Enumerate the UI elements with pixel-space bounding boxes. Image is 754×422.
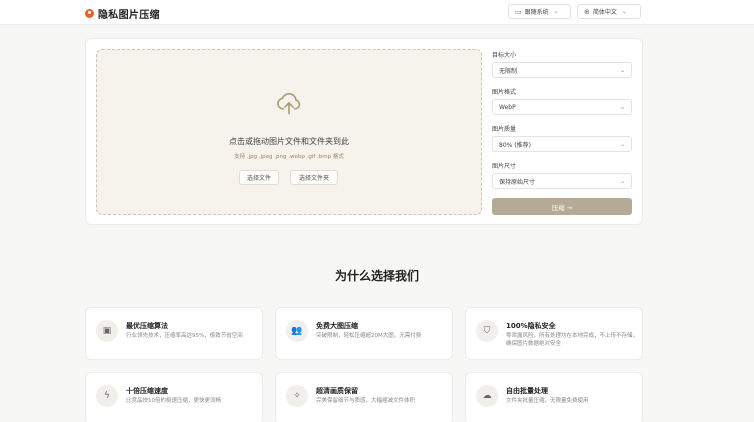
target-size-value: 无限制 [499, 67, 518, 75]
target-size-label: 目标大小 [492, 52, 517, 59]
upload-format-hint: 支持 .jpg .jpeg .png .webp .gif .bmp 格式 [234, 154, 344, 160]
chevron-down-icon: ⌄ [619, 178, 625, 185]
feature-title: 十倍压缩速度 [126, 387, 168, 395]
feature-desc: 文件夹批量压缩，无限量免费使用 [506, 398, 589, 404]
dimension-label: 图片尺寸 [492, 163, 517, 170]
users-icon: 👥 [286, 320, 308, 342]
upload-title: 点击或拖动图片文件和文件夹到此 [229, 137, 349, 146]
feature-title: 最优压缩算法 [126, 322, 168, 330]
cloud-icon: ☁ [476, 385, 498, 407]
select-folder-button[interactable]: 选择文件夹 [290, 170, 338, 185]
feature-title: 100%隐私安全 [506, 322, 556, 330]
chevron-down-icon: ⌄ [553, 8, 559, 15]
compress-card: 点击或拖动图片文件和文件夹到此 支持 .jpg .jpeg .png .webp… [85, 38, 643, 225]
quality-select[interactable]: 80% (推荐) ⌄ [492, 136, 632, 152]
feature-card: ϟ 十倍压缩速度 比竞品快10倍的极速压缩，更快更流畅 [85, 372, 263, 422]
language-label: 简体中文 [592, 9, 617, 16]
feature-title: 免费大图压缩 [316, 322, 358, 330]
app-title: 隐私图片压缩 [98, 10, 160, 21]
chevron-down-icon: ⌄ [621, 8, 627, 15]
dimension-select[interactable]: 保持原始尺寸 ⌄ [492, 173, 632, 189]
quality-value: 80% (推荐) [499, 141, 531, 149]
theme-label: 跟随系统 [524, 9, 549, 16]
theme-select[interactable]: ▭ 跟随系统 ⌄ [508, 4, 571, 19]
feature-card: ⛉ 100%隐私安全 零泄露风险，所有处理均在本地完成，不上传不存储，确保图片数… [465, 307, 643, 360]
sparkle-icon: ✧ [286, 385, 308, 407]
monitor-icon: ▭ [515, 7, 522, 16]
feature-card: ☁ 自由批量处理 文件夹批量压缩，无限量免费使用 [465, 372, 643, 422]
feature-desc: 零泄露风险，所有处理均在本地完成，不上传不存储，确保图片数据绝对安全 [506, 333, 639, 347]
feature-desc: 比竞品快10倍的极速压缩，更快更流畅 [126, 398, 221, 404]
format-value: WebP [499, 103, 516, 111]
feature-card: ✧ 超清画质保留 完美保留细节与质感，大幅缩减文件体积 [275, 372, 453, 422]
start-compress-button[interactable]: 压缩 → [492, 198, 632, 215]
chevron-down-icon: ⌄ [619, 67, 625, 74]
chevron-down-icon: ⌄ [619, 104, 625, 111]
quality-label: 图片质量 [492, 126, 517, 133]
feature-title: 自由批量处理 [506, 387, 548, 395]
shield-icon: ⛉ [476, 320, 498, 342]
why-section-title: 为什么选择我们 [334, 269, 419, 283]
app-logo[interactable]: 隐私图片压缩 [85, 6, 160, 21]
cloud-upload-icon [277, 92, 301, 115]
feature-desc: 行业领先技术，压缩率高达95%，极致节省空间 [126, 333, 243, 339]
bolt-icon: ϟ [96, 385, 118, 407]
select-file-button[interactable]: 选择文件 [239, 170, 279, 185]
format-label: 图片格式 [492, 89, 517, 96]
chevron-down-icon: ⌄ [619, 141, 625, 148]
target-size-select[interactable]: 无限制 ⌄ [492, 62, 632, 78]
feature-card: 👥 免费大图压缩 突破限制，轻松压缩超20M大图，无需付费 [275, 307, 453, 360]
globe-icon: ⊕ [584, 7, 590, 16]
chip-icon: ▣ [96, 320, 118, 342]
upload-dropzone[interactable]: 点击或拖动图片文件和文件夹到此 支持 .jpg .jpeg .png .webp… [96, 49, 482, 215]
format-select[interactable]: WebP ⌄ [492, 99, 632, 115]
feature-title: 超清画质保留 [316, 387, 358, 395]
feature-card: ▣ 最优压缩算法 行业领先技术，压缩率高达95%，极致节省空间 [85, 307, 263, 360]
logo-icon [85, 9, 94, 18]
top-header: 隐私图片压缩 ▭ 跟随系统 ⌄ ⊕ 简体中文 ⌄ [0, 0, 754, 25]
feature-desc: 突破限制，轻松压缩超20M大图，无需付费 [316, 333, 422, 339]
dimension-value: 保持原始尺寸 [499, 178, 536, 186]
feature-desc: 完美保留细节与质感，大幅缩减文件体积 [316, 398, 416, 404]
language-select[interactable]: ⊕ 简体中文 ⌄ [577, 4, 641, 19]
